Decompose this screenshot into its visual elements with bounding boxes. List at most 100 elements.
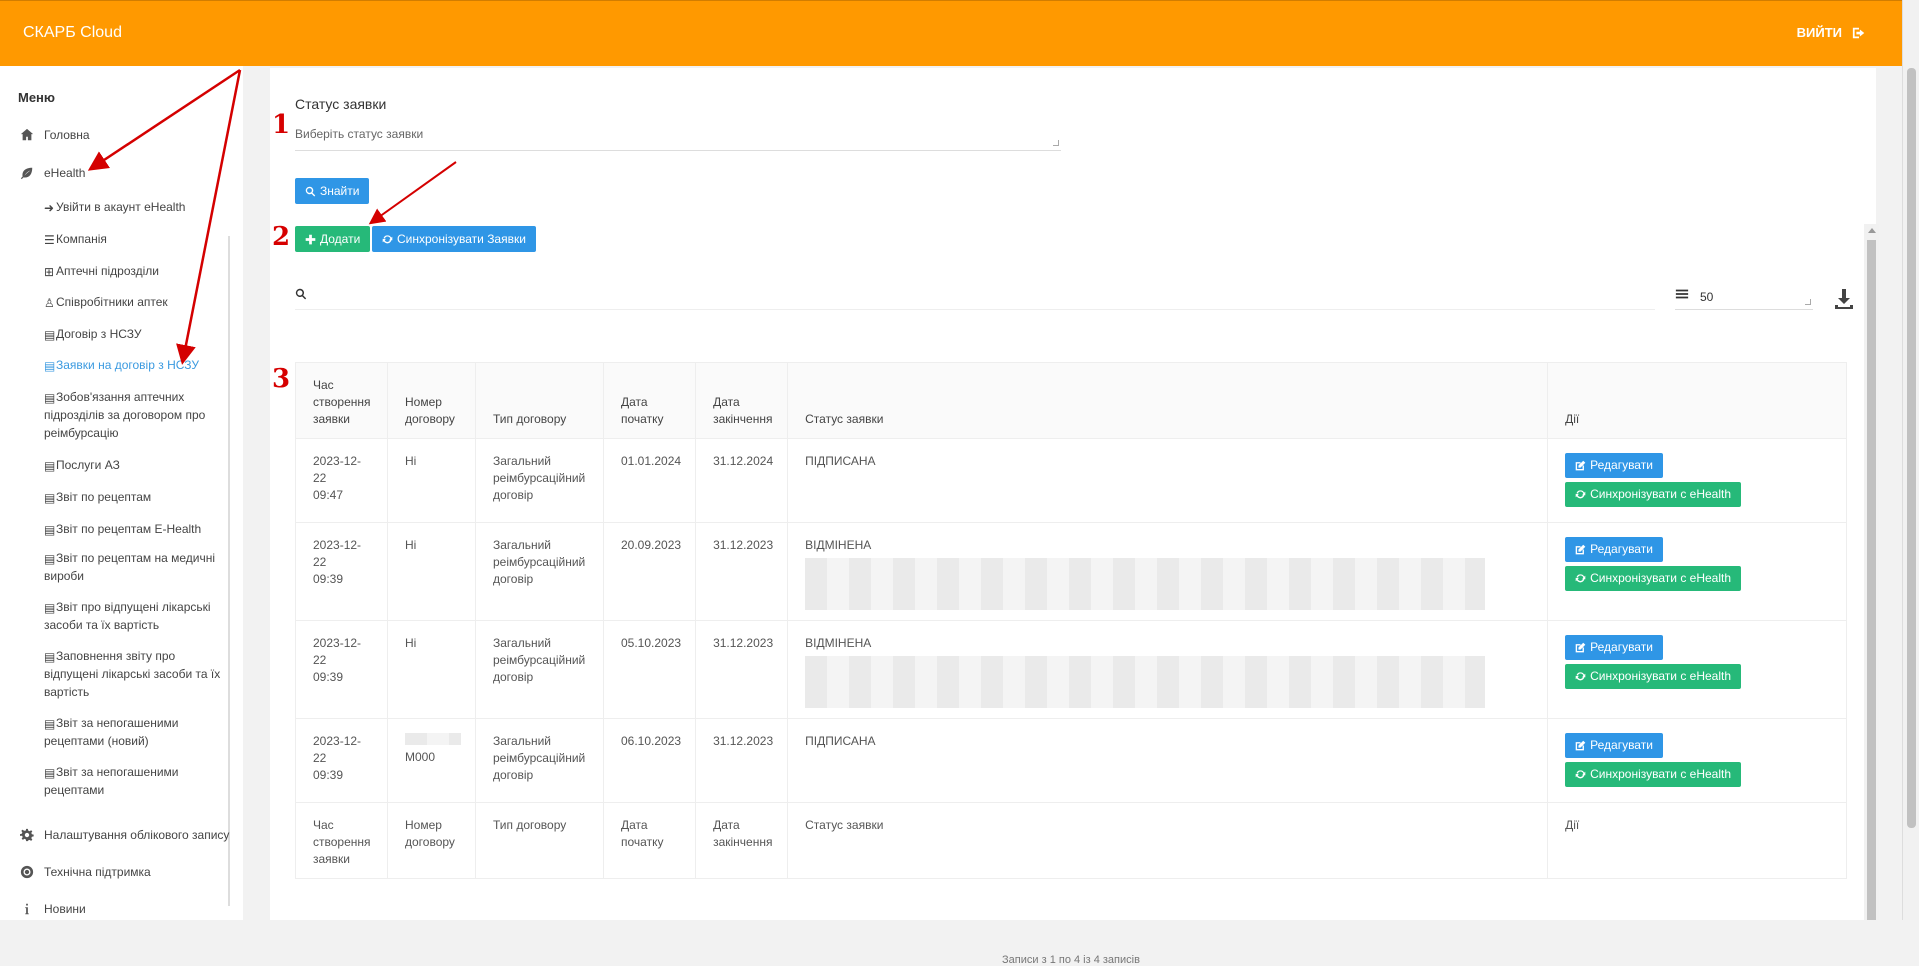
page-scrollbar[interactable] (1902, 0, 1919, 920)
sidebar-subitem-dispensed-report[interactable]: ▤Звіт про відпущені лікарські засоби та … (44, 598, 224, 634)
sync-ehealth-button[interactable]: Синхронізувати с eHealth (1565, 482, 1742, 507)
table-scrollbar[interactable] (1864, 224, 1879, 920)
actions-cell: Редагувати Синхронізувати с eHealth (1547, 438, 1847, 523)
edit-icon (1575, 642, 1586, 653)
refresh-icon (1575, 574, 1586, 583)
list-icon (1675, 289, 1689, 299)
column-header[interactable]: Дата закінчення (695, 362, 789, 439)
applications-table: Час створення заявки Номер договору Тип … (295, 362, 1847, 879)
created-cell: 2023-12-22 09:39 (295, 718, 388, 803)
type-cell: Загальний реімбурсаційний договір (475, 438, 604, 523)
status-cell: ПІДПИСАНА (787, 718, 1549, 803)
sidebar-subitem-obligations[interactable]: ▤Зобов'язання аптечних підрозділів за до… (44, 388, 224, 442)
actions-cell: Редагувати Синхронізувати с eHealth (1547, 718, 1847, 803)
status-filter-label: Статус заявки (295, 96, 387, 112)
sidebar-subitem-ehealth-login[interactable]: ➜ Увійти в акаунт eHealth (44, 198, 224, 216)
refresh-icon (1575, 490, 1586, 499)
annotation-marker-3: 3 (272, 364, 291, 394)
sidebar-subitem-nszu-applications[interactable]: ▤Заявки на договір з НСЗУ (44, 356, 224, 374)
sidebar-subitem-ehealth-report[interactable]: ▤Звіт по рецептам E-Health (44, 520, 224, 538)
sidebar-subitem-nszu-contract[interactable]: ▤Договір з НСЗУ (44, 325, 224, 343)
column-header[interactable]: Дата початку (602, 362, 697, 439)
scroll-up-icon[interactable] (1868, 228, 1876, 233)
sidebar-item-support[interactable]: Технічна підтримка (20, 865, 151, 879)
file-icon: ▤ (44, 717, 56, 731)
sidebar-item-news[interactable]: Новини (20, 902, 86, 916)
sign-in-icon: ➜ (44, 201, 55, 215)
column-footer: Тип договору (475, 802, 604, 879)
column-footer: Номер договору (387, 802, 476, 879)
sidebar-subitem-company[interactable]: ☰Компанія (44, 230, 224, 248)
redacted-text (805, 558, 1486, 610)
edit-button[interactable]: Редагувати (1565, 453, 1663, 478)
per-page-select[interactable]: 50 (1675, 282, 1813, 310)
sync-ehealth-button[interactable]: Синхронізувати с eHealth (1565, 762, 1742, 787)
edit-button[interactable]: Редагувати (1565, 635, 1663, 660)
sidebar-item-ehealth[interactable]: eHealth (20, 166, 85, 180)
redacted-text (405, 733, 461, 745)
sidebar-subitem-services[interactable]: ▤Послуги АЗ (44, 456, 224, 474)
menu-title: Меню (18, 90, 56, 105)
sidebar-item-home[interactable]: Головна (20, 128, 90, 142)
sidebar-subitem-pharmacy-units[interactable]: ⊞ Аптечні підрозділи (44, 262, 224, 280)
find-button[interactable]: Знайти (295, 178, 370, 204)
leaf-icon (20, 167, 33, 180)
logout-label: ВИЙТИ (1796, 25, 1842, 40)
table-scrollbar-thumb[interactable] (1867, 240, 1876, 920)
sidebar-subitem-unpaid[interactable]: ▤Звіт за непогашеними рецептами (44, 763, 224, 799)
column-footer: Час створення заявки (295, 802, 388, 879)
status-select-placeholder: Виберіть статус заявки (295, 127, 424, 141)
table-row: 2023-12-22 09:39 Ні Загальний реімбурсаці… (295, 522, 1847, 621)
type-cell: Загальний реімбурсаційний договір (475, 522, 604, 621)
column-header[interactable]: Номер договору (387, 362, 476, 439)
sidebar-item-label: Новини (44, 902, 86, 916)
resize-grip-icon (1053, 140, 1059, 146)
sync-ehealth-button[interactable]: Синхронізувати с eHealth (1565, 566, 1742, 591)
end-cell: 31.12.2023 (695, 718, 789, 803)
sidebar-subitem-pharmacy-staff[interactable]: ♙Співробітники аптек (44, 293, 224, 311)
file-icon: ▤ (44, 391, 56, 405)
start-cell: 05.10.2023 (602, 620, 697, 719)
end-cell: 31.12.2024 (695, 438, 789, 523)
column-header[interactable]: Тип договору (475, 362, 604, 439)
file-icon: ▤ (44, 523, 56, 537)
edit-icon (1575, 544, 1586, 555)
edit-button[interactable]: Редагувати (1565, 537, 1663, 562)
page-scrollbar-thumb[interactable] (1907, 68, 1916, 828)
sidebar: Меню Головна eHealth ➜ Увійти в акаунт eH… (0, 66, 243, 920)
main-content: Статус заявки Виберіть статус заявки Зна… (270, 68, 1879, 966)
submenu-scrollbar[interactable] (228, 236, 230, 906)
column-header[interactable]: Статус заявки (787, 362, 1549, 439)
number-cell: Ні (387, 438, 476, 523)
status-select[interactable]: Виберіть статус заявки (295, 123, 1061, 151)
sidebar-subitem-unpaid-new[interactable]: ▤Звіт за непогашеними рецептами (новий) (44, 714, 224, 750)
start-cell: 01.01.2024 (602, 438, 697, 523)
file-icon: ▤ (44, 459, 56, 473)
column-header[interactable]: Час створення заявки (295, 362, 388, 439)
status-cell: ВІДМІНЕНА (787, 620, 1549, 719)
sidebar-subitem-fill-dispensed-report[interactable]: ▤Заповнення звіту про відпущені лікарськ… (44, 647, 224, 701)
end-cell: 31.12.2023 (695, 620, 789, 719)
table-search-input[interactable] (295, 282, 1655, 310)
sidebar-subitem-medical-devices-report[interactable]: ▤Звіт по рецептам на медичні вироби (44, 549, 224, 585)
sync-ehealth-button[interactable]: Синхронізувати с eHealth (1565, 664, 1742, 689)
file-icon: ▤ (44, 359, 56, 373)
brand-title[interactable]: СКАРБ Cloud (23, 24, 122, 42)
end-cell: 31.12.2023 (695, 522, 789, 621)
start-cell: 06.10.2023 (602, 718, 697, 803)
logout-button[interactable]: ВИЙТИ (1797, 25, 1866, 40)
resize-grip-icon (1805, 299, 1811, 305)
column-footer: Статус заявки (787, 802, 1549, 879)
applications-table-card: 50 Час створення заявки Номер договору Т… (295, 224, 1879, 966)
file-icon: ▤ (44, 328, 56, 342)
number-cell: Ні (387, 620, 476, 719)
sidebar-item-account-settings[interactable]: Налаштування облікового запису (20, 828, 229, 842)
start-cell: 20.09.2023 (602, 522, 697, 621)
download-icon[interactable] (1833, 288, 1855, 310)
user-md-icon: ♙ (44, 296, 55, 310)
edit-button[interactable]: Редагувати (1565, 733, 1663, 758)
table-row: 2023-12-22 09:47 Ні Загальний реімбурсаці… (295, 438, 1847, 523)
actions-cell: Редагувати Синхронізувати с eHealth (1547, 620, 1847, 719)
sidebar-subitem-prescription-report[interactable]: ▤Звіт по рецептам (44, 488, 224, 506)
sidebar-item-label: Головна (44, 128, 90, 142)
